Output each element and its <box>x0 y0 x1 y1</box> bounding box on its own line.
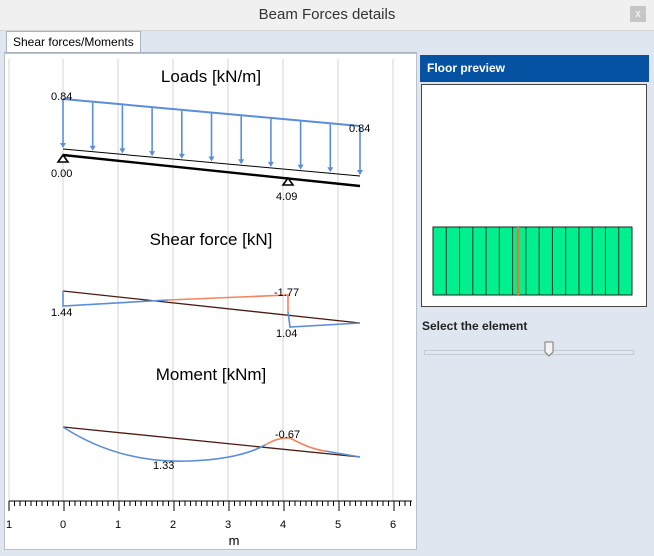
element-slider-thumb[interactable] <box>544 341 554 357</box>
x-tick-label: 5 <box>335 519 341 531</box>
close-button[interactable]: x <box>630 6 646 22</box>
load-arrows <box>60 100 363 175</box>
load-arrow-head <box>60 143 66 148</box>
load-arrow-head <box>327 167 334 173</box>
loads-title: Loads [kN/m] <box>161 67 261 86</box>
load-end-label: 0.84 <box>349 123 370 135</box>
x-axis-minor-ticks <box>8 501 411 511</box>
load-arrow-head <box>119 148 126 154</box>
load-arrow-head <box>89 145 96 151</box>
floor-preview-canvas <box>432 226 633 296</box>
preview-header: Floor preview <box>420 55 649 82</box>
load-arrow-head <box>149 151 156 157</box>
load-arrow-head <box>178 153 185 159</box>
select-element-label: Select the element <box>422 319 528 333</box>
beam-chart: Loads [kN/m] 0.84 0.84 0.00 4.09 Shear f… <box>6 59 412 548</box>
grid <box>8 59 394 501</box>
x-axis-tick-labels: 1 0 1 2 3 4 5 6 <box>6 519 396 531</box>
x-tick-label: 0 <box>60 519 66 531</box>
load-arrow-head <box>267 161 274 167</box>
shear-label-support-neg: -1.77 <box>274 287 299 299</box>
window-title: Beam Forces details <box>258 6 396 23</box>
shear-label-left: 1.44 <box>51 307 72 319</box>
tab-strip: Shear forces/Moments <box>4 30 417 53</box>
moment-reference-line <box>62 426 361 458</box>
support-left-label: 0.00 <box>51 168 72 180</box>
element-slider-track[interactable] <box>424 350 634 355</box>
x-axis-label: m <box>229 533 240 548</box>
moment-label-span: 1.33 <box>153 460 174 472</box>
load-arrow-head <box>208 156 215 162</box>
shear-title: Shear force [kN] <box>150 230 273 249</box>
moment-label-support: -0.67 <box>275 429 300 441</box>
moment-title: Moment [kNm] <box>156 365 267 384</box>
x-tick-label: 2 <box>170 519 176 531</box>
load-arrow-head <box>357 170 363 175</box>
floor-slab <box>432 226 633 296</box>
right-panel: Floor preview Select the element <box>420 53 650 550</box>
x-tick-label: 6 <box>390 519 396 531</box>
support-right-label: 4.09 <box>276 191 297 203</box>
x-tick-label: 1 <box>6 519 12 531</box>
chart-panel: Loads [kN/m] 0.84 0.84 0.00 4.09 Shear f… <box>4 53 417 550</box>
shear-label-support-pos: 1.04 <box>276 328 297 340</box>
floor-preview <box>421 84 647 307</box>
load-arrow-head <box>238 159 245 165</box>
x-tick-label: 4 <box>280 519 286 531</box>
load-start-label: 0.84 <box>51 91 72 103</box>
x-tick-label: 3 <box>225 519 231 531</box>
shear-reference-line <box>62 290 361 324</box>
x-tick-label: 1 <box>115 519 121 531</box>
load-arrow-head <box>297 164 304 170</box>
tab-shear-moments[interactable]: Shear forces/Moments <box>6 31 141 53</box>
title-bar: Beam Forces details x <box>0 0 654 31</box>
